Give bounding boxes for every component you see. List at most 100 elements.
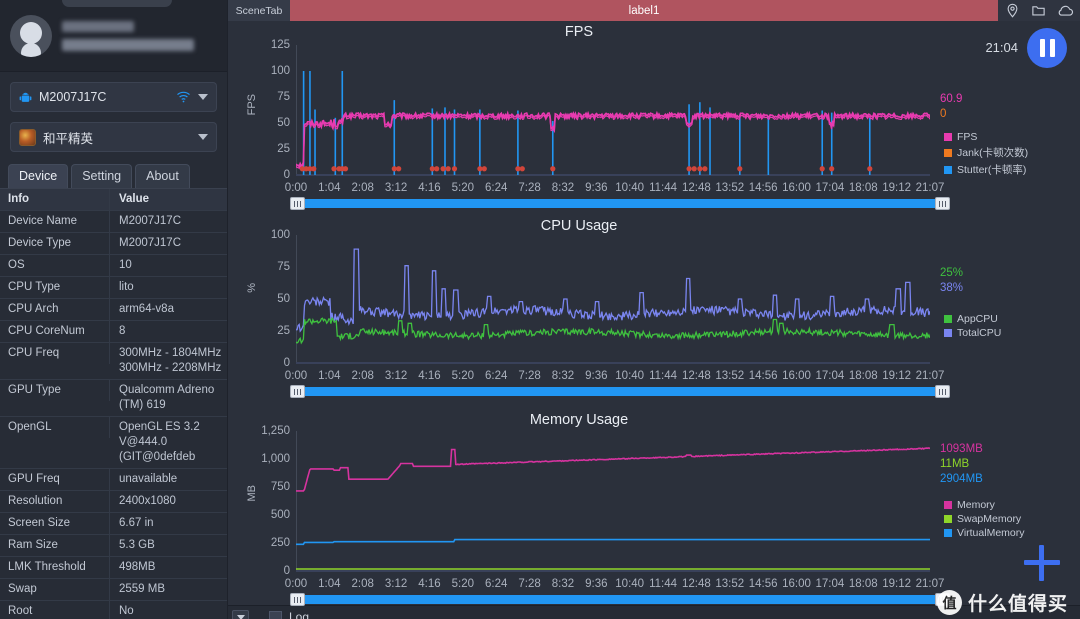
x-tick-label: 7:28 [518,182,541,194]
sidebar: M2007J17C 和平精英 Device Setting About Info… [0,0,228,619]
collapse-button[interactable] [232,609,249,619]
y-tick-label: 50 [277,117,290,129]
x-tick-label: 0:00 [284,578,308,590]
x-tick-label: 7:28 [518,370,541,382]
legend-label: Memory [957,499,995,511]
x-tick-label: 18:08 [848,370,878,382]
legend-item[interactable]: SwapMemory [944,513,1025,525]
legend-label: Jank(卡顿次数) [957,147,1029,159]
chart-memory-usage: Memory Usage MB 0 250 500 750 1,000 1,250 0:00 1:… [228,405,1080,606]
x-tick-label: 6:24 [485,370,508,382]
table-row: LMK Threshold 498MB [0,557,227,579]
info-value: unavailable [119,473,178,485]
info-key: Resolution [0,491,110,512]
x-tick-label: 4:16 [418,578,441,590]
device-selector[interactable]: M2007J17C [10,82,217,112]
watermark: 值 什么值得买 [936,589,1068,616]
legend-item[interactable]: Stutter(卡顿率) [944,162,1028,177]
legend-color-swatch [944,501,952,509]
y-tick-label: 0 [283,169,290,181]
add-button[interactable] [1024,545,1060,581]
pause-button[interactable] [1027,28,1067,68]
time-range-scrollbar[interactable] [290,197,950,210]
y-tick-label: 25 [277,143,290,155]
y-tick-label: 75 [277,261,290,273]
chart-title: Memory Usage [529,412,629,428]
time-range-scrollbar[interactable] [290,385,950,398]
scrollbar-handle-left[interactable] [290,197,305,210]
legend-color-swatch [944,148,952,157]
legend-item[interactable]: Memory [944,499,1025,511]
legend-color-swatch [944,329,952,337]
y-tick-label: 125 [270,39,290,51]
x-tick-label: 16:00 [782,370,811,382]
info-value: 5.3 GB [119,539,155,551]
x-tick-label: 17:04 [815,182,845,194]
app-selector[interactable]: 和平精英 [10,122,217,152]
x-tick-label: 6:24 [485,578,508,590]
cloud-icon[interactable] [1057,3,1074,18]
folder-icon[interactable] [1031,3,1046,18]
top-bar-icons [998,0,1080,21]
chart-current-value: 11MB [940,458,970,470]
x-tick-label: 16:00 [782,578,811,590]
x-tick-label: 2:08 [351,182,374,194]
legend-label: VirtualMemory [957,527,1025,539]
table-row: CPU Freq 300MHz - 1804MHz 300MHz - 2208MHz [0,343,227,380]
info-value: M2007J17C [119,237,182,249]
scrollbar-handle-right[interactable] [935,385,950,398]
table-row: CPU Type lito [0,277,227,299]
info-value: 6.67 in [119,517,154,529]
x-tick-label: 21:07 [915,370,945,382]
info-value: OpenGL ES 3.2 V@444.0 (GIT@0defdeb [119,421,200,463]
chevron-down-icon[interactable] [198,134,208,140]
table-row: CPU Arch arm64-v8a [0,299,227,321]
main-panel: SceneTab label1 FPS FPS 0 25 50 75 100 125 0:00 1… [228,0,1080,619]
legend-color-swatch [944,529,952,537]
app-window: M2007J17C 和平精英 Device Setting About Info… [0,0,1080,619]
scrollbar-handle-left[interactable] [290,593,305,606]
x-tick-label: 13:52 [715,182,745,194]
log-color-chip [269,610,282,619]
legend-item[interactable]: FPS [944,131,1028,143]
table-row: GPU Freq unavailable [0,469,227,491]
chart-legend: FPS Jank(卡顿次数) Stutter(卡顿率) [944,131,1028,179]
legend-item[interactable]: Jank(卡顿次数) [944,145,1028,160]
chart-cpu-usage: CPU Usage% 0 25 50 75 100 0:00 1:04 2:08 3:12 4:16… [228,213,1080,405]
info-value: 498MB [119,561,156,573]
scene-tab-button[interactable]: SceneTab [228,0,290,21]
watermark-logo: 值 [936,590,962,615]
tab-device[interactable]: Device [8,164,69,188]
sidebar-tabs: Device Setting About [8,164,227,188]
x-tick-label: 14:56 [748,578,778,590]
location-pin-icon[interactable] [1005,3,1020,18]
time-range-scrollbar[interactable] [290,593,950,606]
scrollbar-handle-left[interactable] [290,385,305,398]
chart-legend: AppCPU TotalCPU [944,313,1001,341]
game-app-icon [19,128,36,146]
scene-label[interactable]: label1 [290,0,998,21]
x-tick-label: 5:20 [451,578,475,590]
user-profile[interactable] [0,0,227,72]
chevron-down-icon[interactable] [198,94,208,100]
info-key: CPU Freq [0,343,110,364]
y-tick-label: 25 [277,325,290,337]
x-tick-label: 12:48 [682,182,711,194]
legend-item[interactable]: VirtualMemory [944,527,1025,539]
tab-about[interactable]: About [135,164,190,188]
chart-current-value: 2904MB [940,473,983,485]
top-bar: SceneTab label1 [228,0,1080,21]
plot-area [296,235,930,364]
info-value: lito [119,281,134,293]
tab-setting[interactable]: Setting [71,164,133,188]
legend-item[interactable]: AppCPU [944,313,1001,325]
info-value: 10 [119,259,132,271]
y-tick-label: 0 [283,565,290,577]
legend-color-swatch [944,515,952,523]
x-tick-label: 6:24 [485,182,508,194]
scrollbar-handle-right[interactable] [935,197,950,210]
legend-item[interactable]: TotalCPU [944,327,1001,339]
info-value: 300MHz - 1804MHz 300MHz - 2208MHz [119,347,222,374]
x-tick-label: 14:56 [748,370,778,382]
info-key: Screen Size [0,513,110,534]
